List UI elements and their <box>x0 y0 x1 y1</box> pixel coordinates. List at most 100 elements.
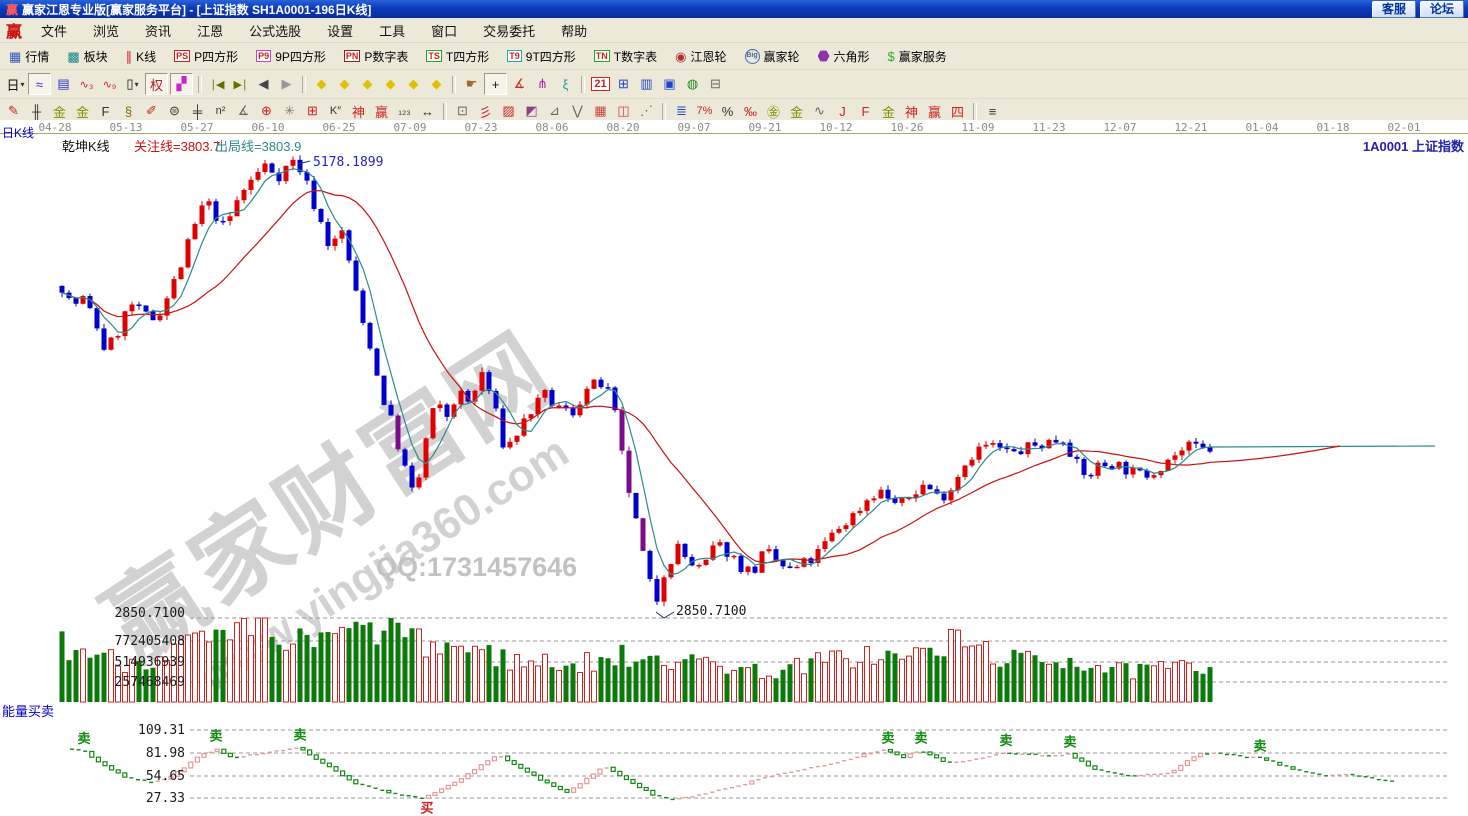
list-tool-button[interactable]: ≡ <box>982 101 1003 121</box>
gold-angle-tool-button[interactable]: 金 <box>878 101 899 121</box>
number-grid-tool-button[interactable]: ₁₂₃ <box>394 101 415 121</box>
first-page-button[interactable]: ∣◀ <box>207 74 228 94</box>
menu-3[interactable]: 资讯 <box>132 21 184 40</box>
t-square-button[interactable]: TST四方形 <box>417 45 498 67</box>
export-button[interactable]: ◍ <box>682 74 703 94</box>
prev-page-button[interactable]: ◀ <box>253 74 274 94</box>
box-tool-button[interactable]: ⊡ <box>452 101 473 121</box>
quotes-button[interactable]: ▦行情 <box>0 45 58 67</box>
last-page-button[interactable]: ▶∣ <box>230 74 251 94</box>
calendar-button[interactable]: 21 <box>590 74 611 94</box>
indicator-title[interactable]: 能量买卖 <box>2 701 54 720</box>
crosshair-tool-button[interactable]: + <box>484 73 507 95</box>
hand-tool-button[interactable]: ☛ <box>461 74 482 94</box>
menu-8[interactable]: 窗口 <box>418 21 470 40</box>
angle-tool-button[interactable]: ∡ <box>233 101 254 121</box>
fan-box2-tool-button[interactable]: ◩ <box>521 101 542 121</box>
k9-combine-button[interactable]: ∿₉ <box>99 74 120 94</box>
pitchfork-icon: ⋔ <box>537 76 548 92</box>
p-square-button[interactable]: PSP四方形 <box>165 45 247 67</box>
restore-rights-button[interactable]: 权 <box>145 73 168 95</box>
pencil-tool-button[interactable]: ✐ <box>141 101 162 121</box>
hexagon-button[interactable]: 六角形 <box>809 45 879 67</box>
gann-diamond-right-button[interactable]: ◆ <box>334 74 355 94</box>
save-button[interactable]: ▣ <box>659 74 680 94</box>
pitchfork-tool-button[interactable]: ⋔ <box>532 74 553 94</box>
winner-wheel-button[interactable]: Big赢家轮 <box>736 45 809 67</box>
trend-angle-tool-button[interactable]: ⊿ <box>544 101 565 121</box>
f-angle-tool-button[interactable]: F <box>855 101 876 121</box>
print-button[interactable]: ⊟ <box>705 74 726 94</box>
brush-tool-button[interactable]: ✎ <box>3 101 24 121</box>
scale-tool-button[interactable]: ≣ <box>671 101 692 121</box>
customer-service-button[interactable]: 客服 <box>1372 1 1416 18</box>
price-grid-tool-button[interactable]: ▦ <box>590 101 611 121</box>
ying-angle-tool-button[interactable]: 赢 <box>924 101 945 121</box>
p-number-table-button[interactable]: PNP数字表 <box>335 45 418 67</box>
spiral-line-tool-button[interactable]: § <box>118 101 139 121</box>
memo-button[interactable]: ▤ <box>53 74 74 94</box>
notepad-button[interactable]: ▥ <box>636 74 657 94</box>
parallel-lines-tool-button[interactable]: ⋰ <box>636 101 657 121</box>
percent7-tool-button[interactable]: 7% <box>694 101 715 121</box>
gold-line-tool-button[interactable]: 金 <box>786 101 807 121</box>
chart-type-button[interactable]: ▞ <box>170 73 193 95</box>
measure-tool-button[interactable]: ↔ <box>417 101 438 121</box>
menu-1[interactable]: 文件 <box>28 21 80 40</box>
gold-circle-tool-button[interactable]: ㊎ <box>763 101 784 121</box>
k3-combine-button[interactable]: ∿₃ <box>76 74 97 94</box>
gold-ratio-tool-button[interactable]: 金 <box>49 101 70 121</box>
t-number-table-button[interactable]: TNT数字表 <box>585 45 666 67</box>
kline-plot[interactable]: 卖卖卖卖卖卖卖卖买 <box>0 120 1468 816</box>
view-toolbar: 日▾≈▤∿₃∿₉▯▾权▞∣◀▶∣◀▶◆◆◆◆◆◆☛+∡⋔ξ21⊞▥▣◍⊟ <box>0 70 1468 99</box>
gann-target-tool-button[interactable]: ⊕ <box>256 101 277 121</box>
permille-tool-button[interactable]: ‰ <box>740 101 761 121</box>
gann-line-tool-button[interactable]: ╫ <box>26 101 47 121</box>
cycle-circle-tool-button[interactable]: ⊜ <box>164 101 185 121</box>
gann-diamond-vsplit-button[interactable]: ◆ <box>403 74 424 94</box>
calculator-button[interactable]: ⊞ <box>613 74 634 94</box>
gold-grid-tool-button[interactable]: 金 <box>72 101 93 121</box>
wave-line-tool-button[interactable]: ∿ <box>809 101 830 121</box>
gann-grid-tool-button[interactable]: ⊞ <box>302 101 323 121</box>
menu-2[interactable]: 浏览 <box>80 21 132 40</box>
square-number-tool-button[interactable]: n² <box>210 101 231 121</box>
menu-5[interactable]: 公式选股 <box>236 21 314 40</box>
menu-10[interactable]: 帮助 <box>548 21 600 40</box>
gann-diamond-left-button[interactable]: ◆ <box>311 74 332 94</box>
kline-button[interactable]: ∥K线 <box>117 45 166 67</box>
menu-7[interactable]: 工具 <box>366 21 418 40</box>
fibonacci-tool-button[interactable]: F <box>95 101 116 121</box>
four-angle-tool-button[interactable]: 四 <box>947 101 968 121</box>
price-box-tool-button[interactable]: ◫ <box>613 101 634 121</box>
cycle-line-tool-button[interactable]: ╪ <box>187 101 208 121</box>
menu-4[interactable]: 江恩 <box>184 21 236 40</box>
shen-line-tool-button[interactable]: 神 <box>348 101 369 121</box>
gann-diamond-cross-button[interactable]: ◆ <box>380 74 401 94</box>
k-annotation-tool-button[interactable]: K″ <box>325 101 346 121</box>
forum-button[interactable]: 论坛 <box>1420 1 1464 18</box>
spiral-tool-button[interactable]: ξ <box>555 74 576 94</box>
candle-style-button[interactable]: ▯▾ <box>122 74 143 94</box>
shen-angle-tool-button[interactable]: 神 <box>901 101 922 121</box>
pattern-window-button[interactable]: ≈ <box>28 73 51 95</box>
percent-tool-button[interactable]: % <box>717 101 738 121</box>
ray-fan-tool-button[interactable]: 彡 <box>475 101 496 121</box>
sectors-button[interactable]: ▩板块 <box>58 45 116 67</box>
gann-web-tool-button[interactable]: ✳ <box>279 101 300 121</box>
winner-service-button[interactable]: $赢家服务 <box>879 45 956 67</box>
t9-square-button[interactable]: T99T四方形 <box>498 45 585 67</box>
period-day-button[interactable]: 日▾ <box>5 74 26 94</box>
gann-diamond-expand-button[interactable]: ◆ <box>426 74 447 94</box>
j-angle-tool-button[interactable]: J <box>832 101 853 121</box>
angle-measure-button[interactable]: ∡ <box>509 74 530 94</box>
ying-line-tool-button[interactable]: 赢 <box>371 101 392 121</box>
p9-square-button[interactable]: P99P四方形 <box>247 45 335 67</box>
gann-diamond-hsplit-button[interactable]: ◆ <box>357 74 378 94</box>
next-page-button[interactable]: ▶ <box>276 74 297 94</box>
gann-wheel-button[interactable]: ◉江恩轮 <box>666 45 735 67</box>
menu-9[interactable]: 交易委托 <box>470 21 548 40</box>
fan-box-tool-button[interactable]: ▨ <box>498 101 519 121</box>
v-reversal-tool-button[interactable]: ⋁ <box>567 101 588 121</box>
menu-6[interactable]: 设置 <box>314 21 366 40</box>
